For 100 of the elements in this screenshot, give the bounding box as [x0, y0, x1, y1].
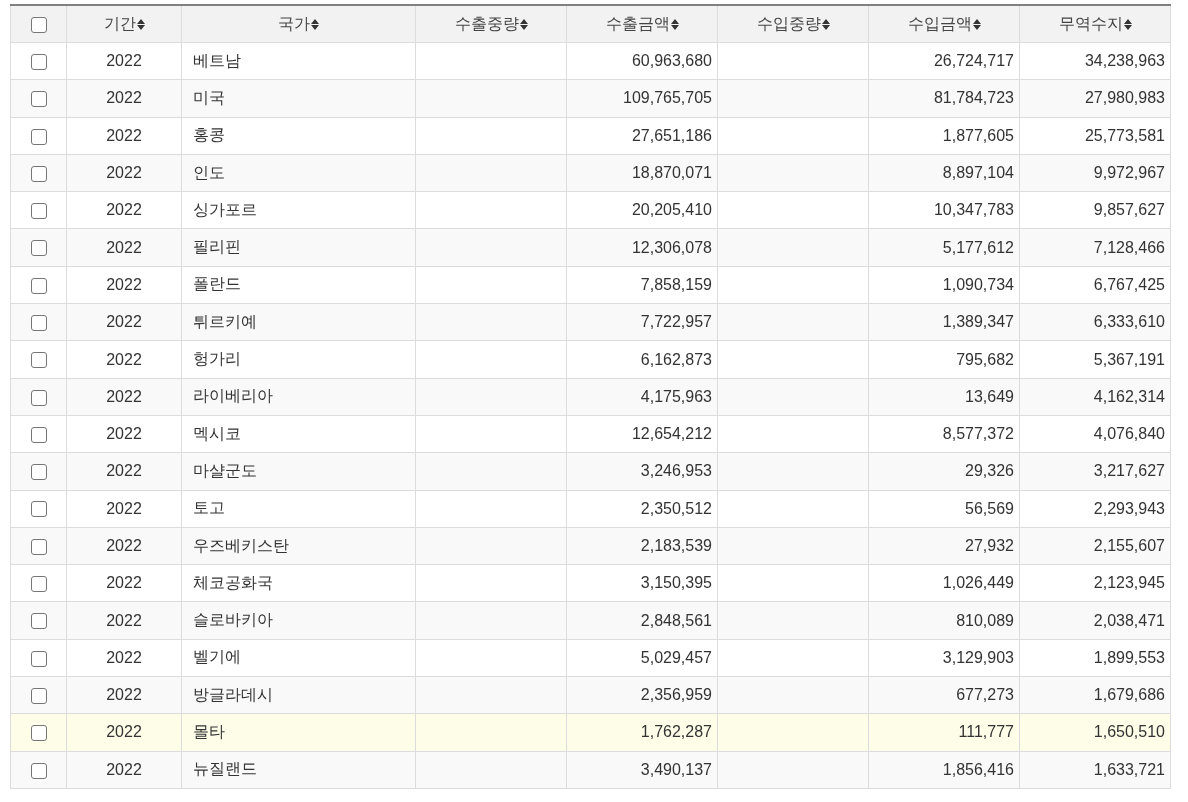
- table-cell: 27,932: [965, 537, 1014, 554]
- table-cell: 2,183,539: [640, 537, 712, 554]
- table-cell: 2022: [106, 537, 142, 554]
- table-cell: 12,654,212: [631, 425, 712, 443]
- table-row[interactable]: 2022 슬로바키아 2,848,561 810,089 2,038,471: [10, 601, 1171, 640]
- table-row[interactable]: 2022 마샬군도 3,246,953 29,326 3,217,627: [10, 452, 1171, 491]
- table-row[interactable]: 2022 몰타 1,762,287 111,777 1,650,510: [10, 713, 1171, 752]
- table-row[interactable]: 2022 싱가포르 20,205,410 10,347,783 9,857,627: [10, 191, 1171, 229]
- table-cell: 81,784,723: [933, 89, 1014, 107]
- row-checkbox[interactable]: [30, 464, 47, 481]
- row-checkbox[interactable]: [30, 725, 47, 742]
- sort-icon: [1123, 18, 1132, 30]
- row-checkbox[interactable]: [30, 501, 47, 518]
- table-row[interactable]: 2022 멕시코 12,654,212 8,577,372 4,076,840: [10, 415, 1171, 453]
- table-cell: 벨기에: [193, 648, 241, 666]
- column-header[interactable]: 기간: [103, 13, 136, 35]
- table-row[interactable]: 2022 우즈베키스탄 2,183,539 27,932 2,155,607: [10, 527, 1171, 565]
- sort-icon: [519, 18, 528, 30]
- table-cell: 1,026,449: [942, 574, 1014, 592]
- table-row[interactable]: 2022 토고 2,350,512 56,569 2,293,943: [10, 490, 1171, 528]
- table-cell: 체코공화국: [193, 573, 273, 591]
- row-checkbox[interactable]: [30, 203, 47, 220]
- table-cell: 29,326: [965, 462, 1014, 480]
- table-cell: 109,765,705: [623, 89, 712, 107]
- table-cell: 2022: [106, 164, 142, 182]
- table-cell: 1,856,416: [942, 760, 1014, 778]
- row-checkbox[interactable]: [30, 613, 47, 630]
- table-row[interactable]: 2022 인도 18,870,071 8,897,104 9,972,967: [10, 154, 1171, 192]
- table-cell: 4,076,840: [1093, 425, 1165, 443]
- table-cell: 2022: [106, 350, 142, 368]
- row-checkbox[interactable]: [30, 762, 47, 779]
- select-all-checkbox[interactable]: [30, 16, 47, 33]
- table-row[interactable]: 2022 라이베리아 4,175,963 13,649 4,162,314: [10, 378, 1171, 416]
- sort-icon: [311, 18, 319, 30]
- table-cell: 1,650,510: [1093, 723, 1165, 741]
- row-checkbox[interactable]: [30, 240, 47, 257]
- row-checkbox[interactable]: [30, 389, 47, 406]
- column-header[interactable]: 국가: [278, 13, 310, 35]
- table-row[interactable]: 2022 헝가리 6,162,873 795,682 5,367,191: [10, 340, 1171, 379]
- table-row[interactable]: 2022 튀르키예 7,722,957 1,389,347 6,333,610: [10, 303, 1171, 341]
- table-cell: 2,848,561: [640, 611, 712, 629]
- table-cell: 5,177,612: [942, 238, 1014, 256]
- table-cell: 3,150,395: [640, 574, 712, 592]
- table-cell: 2022: [106, 574, 142, 592]
- table-cell: 2022: [106, 201, 142, 219]
- row-checkbox[interactable]: [30, 426, 47, 443]
- table-row[interactable]: 2022 체코공화국 3,150,395 1,026,449 2,123,945: [10, 564, 1171, 602]
- row-checkbox[interactable]: [30, 165, 47, 182]
- table-cell: 3,129,903: [942, 648, 1014, 666]
- table-cell: 677,273: [956, 686, 1014, 704]
- row-checkbox[interactable]: [30, 687, 47, 704]
- table-cell: 3,217,627: [1093, 462, 1165, 480]
- table-cell: 필리핀: [193, 238, 241, 256]
- row-checkbox[interactable]: [30, 91, 47, 108]
- table-cell: 멕시코: [193, 424, 241, 442]
- table-cell: 2022: [106, 611, 142, 629]
- table-cell: 3,246,953: [640, 462, 712, 480]
- table-cell: 홍콩: [193, 126, 225, 144]
- row-checkbox[interactable]: [30, 650, 47, 667]
- table-row[interactable]: 2022 뉴질랜드 3,490,137 1,856,416 1,633,721: [10, 751, 1171, 789]
- table-cell: 795,682: [956, 350, 1014, 368]
- table-cell: 2022: [106, 89, 142, 107]
- sort-icon: [136, 18, 145, 30]
- table-cell: 4,175,963: [640, 387, 712, 405]
- table-cell: 2022: [106, 126, 142, 144]
- table-cell: 9,857,627: [1093, 201, 1165, 219]
- table-cell: 13,649: [965, 387, 1014, 405]
- table-cell: 26,724,717: [933, 52, 1014, 70]
- table-row[interactable]: 2022 벨기에 5,029,457 3,129,903 1,899,553: [10, 639, 1171, 677]
- row-checkbox[interactable]: [30, 277, 47, 294]
- table-row[interactable]: 2022 폴란드 7,858,159 1,090,734 6,767,425: [10, 266, 1171, 304]
- table-cell: 몰타: [193, 723, 225, 740]
- table-cell: 2022: [106, 275, 142, 293]
- table-cell: 2022: [106, 462, 142, 480]
- table-cell: 7,128,466: [1093, 238, 1165, 256]
- row-checkbox[interactable]: [30, 538, 47, 555]
- table-cell: 방글라데시: [193, 685, 273, 703]
- table-cell: 34,238,963: [1084, 52, 1165, 70]
- table-cell: 튀르키예: [193, 312, 257, 330]
- table-cell: 뉴질랜드: [193, 760, 257, 778]
- table-cell: 20,205,410: [631, 201, 712, 219]
- table-cell: 2,123,945: [1093, 574, 1165, 592]
- table-row[interactable]: 2022 방글라데시 2,356,959 677,273 1,679,686: [10, 676, 1171, 714]
- table-cell: 우즈베키스탄: [193, 536, 289, 554]
- table-cell: 1,389,347: [942, 313, 1014, 331]
- table-row[interactable]: 2022 미국 109,765,705 81,784,723 27,980,983: [10, 79, 1171, 118]
- table-cell: 4,162,314: [1093, 387, 1165, 405]
- table-cell: 슬로바키아: [193, 611, 273, 629]
- row-checkbox[interactable]: [30, 53, 47, 70]
- table-cell: 인도: [193, 163, 225, 181]
- table-cell: 1,090,734: [942, 275, 1014, 293]
- table-row[interactable]: 2022 필리핀 12,306,078 5,177,612 7,128,466: [10, 229, 1171, 267]
- row-checkbox[interactable]: [30, 128, 47, 145]
- row-checkbox[interactable]: [30, 352, 47, 369]
- row-checkbox[interactable]: [30, 315, 47, 331]
- table-cell: 2022: [106, 425, 142, 443]
- table-cell: 2022: [106, 686, 142, 704]
- table-row[interactable]: 2022 홍콩 27,651,186 1,877,605 25,773,581: [10, 117, 1171, 155]
- table-row[interactable]: 2022 베트남 60,963,680 26,724,717 34,238,963: [10, 42, 1171, 80]
- row-checkbox[interactable]: [30, 576, 47, 593]
